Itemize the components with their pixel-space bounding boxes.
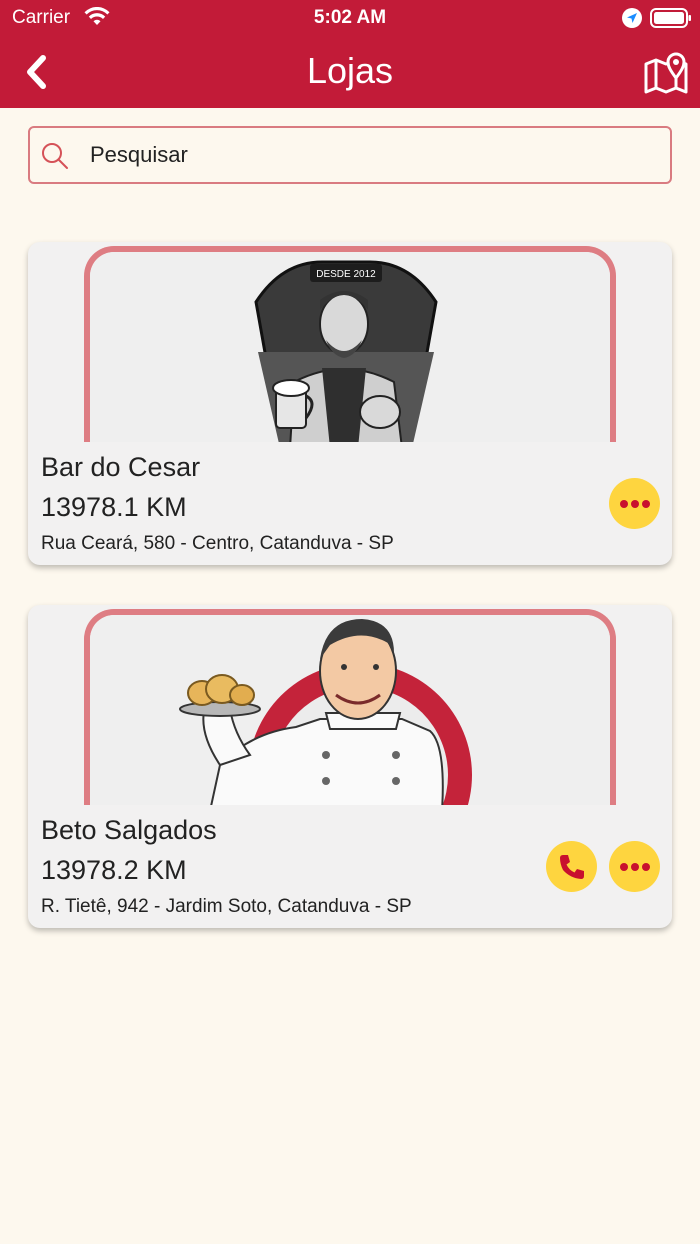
more-options-button[interactable] bbox=[609, 478, 660, 529]
more-dots-icon bbox=[619, 862, 650, 871]
search-input[interactable] bbox=[90, 136, 650, 174]
store-name: Bar do Cesar bbox=[41, 452, 201, 482]
phone-icon bbox=[559, 854, 584, 879]
store-card-bar-do-cesar[interactable]: DESDE 2012 Bar do Cesar 13978.1 KM Rua C… bbox=[28, 242, 672, 565]
store-address: R. Tietê, 942 - Jardim Soto, Catanduva -… bbox=[41, 896, 412, 917]
map-button[interactable] bbox=[642, 50, 690, 96]
location-arrow-icon bbox=[622, 8, 642, 33]
more-options-button[interactable] bbox=[609, 841, 660, 892]
status-bar: Carrier 5:02 AM bbox=[0, 0, 700, 36]
nav-bar: Lojas bbox=[0, 36, 700, 108]
store-card-beto-salgados[interactable]: Beto Salgados 13978.2 KM R. Tietê, 942 -… bbox=[28, 605, 672, 928]
clock: 5:02 AM bbox=[313, 7, 387, 28]
battery-icon bbox=[650, 8, 692, 33]
store-logo-image: DESDE 2012 bbox=[84, 246, 616, 442]
store-name: Beto Salgados bbox=[41, 815, 217, 845]
more-dots-icon bbox=[619, 499, 650, 508]
map-pin-icon bbox=[644, 52, 688, 94]
store-logo-image bbox=[84, 609, 616, 805]
call-button[interactable] bbox=[546, 841, 597, 892]
search-bar bbox=[28, 126, 672, 184]
store-distance: 13978.1 KM bbox=[41, 492, 187, 522]
store-address: Rua Ceará, 580 - Centro, Catanduva - SP bbox=[41, 533, 394, 554]
store-distance: 13978.2 KM bbox=[41, 855, 187, 885]
logo-text: DESDE 2012 bbox=[316, 269, 376, 280]
page-title: Lojas bbox=[306, 50, 394, 91]
search-icon bbox=[40, 141, 70, 176]
